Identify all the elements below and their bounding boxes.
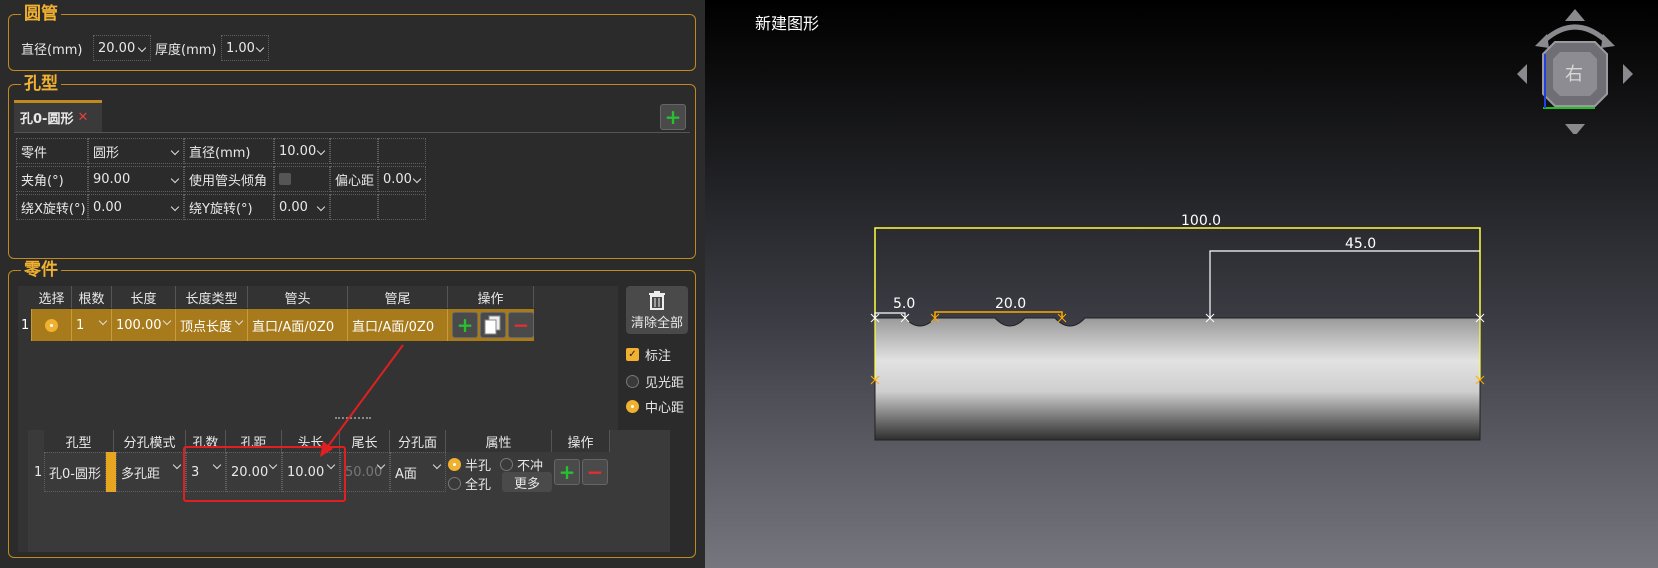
row-index: 1 [18,309,32,341]
rot-y-value: 0.00 [279,199,308,215]
hole-diameter-value: 10.00 [279,143,317,159]
copy-part-button[interactable] [480,312,506,338]
full-hole-radio[interactable]: 全孔 [448,474,491,493]
round-tube-group: 圆管 直径(mm) 20.00 厚度(mm) 1.00 [8,4,696,71]
plus-icon: + [558,460,576,484]
check-icon: ✓ [626,348,639,361]
visible-distance-radio[interactable]: 见光距 [626,372,684,391]
use-head-angle-checkbox[interactable] [274,166,330,192]
angle-value: 90.00 [93,171,131,187]
row-tail[interactable]: 直口/A面/0Z0 [348,309,448,341]
clear-all-label: 清除全部 [630,315,683,331]
delete-part-button[interactable]: − [508,312,534,338]
dim-total: 100.0 [1181,213,1222,229]
dim-right: 45.0 [1345,236,1377,252]
angle-label: 夹角(°) [16,166,88,192]
sub-row-index: 1 [34,464,43,480]
close-icon[interactable]: ✕ [77,110,88,125]
rot-x-label: 绕X旋转(°) [16,194,88,220]
col-action: 操作 [448,286,534,308]
empty-cell [378,194,426,220]
row-length-dropdown[interactable]: 100.00 [112,309,176,341]
sub-col-face: 分孔面 [390,430,446,452]
diameter-label: 直径(mm) [21,42,83,58]
col-length-type: 长度类型 [176,286,248,308]
rot-x-value: 0.00 [93,199,122,215]
col-tail: 管尾 [348,286,448,308]
sub-col-action: 操作 [552,430,610,452]
part-value: 圆形 [93,145,120,161]
thickness-value: 1.00 [226,40,255,56]
col-head: 管头 [248,286,348,308]
dim-spacing: 20.0 [995,296,1027,312]
add-part-button[interactable]: + [452,312,478,338]
rot-y-dropdown[interactable]: 0.00 [274,194,330,220]
tab-hole-0[interactable]: 孔0-圆形 ✕ [14,100,102,132]
viewport-panel[interactable]: 新建图形 右 100.0 45.0 5.0 20.0 [705,0,1658,568]
diameter-value: 20.00 [98,40,136,56]
sub-col-attr: 属性 [446,430,552,452]
col-select: 选择 [32,286,72,308]
sub-col-mode: 分孔模式 [114,430,186,452]
add-hole-button[interactable]: + [660,104,686,130]
sub-row-mode-dropdown[interactable]: 多孔距 [116,452,186,492]
angle-dropdown[interactable]: 90.00 [88,166,184,192]
hole-diameter-label: 直径(mm) [184,138,274,164]
round-tube-title: 圆管 [21,4,61,24]
rot-x-dropdown[interactable]: 0.00 [88,194,184,220]
row-select-radio[interactable] [45,318,58,332]
row-head[interactable]: 直口/A面/0Z0 [248,309,348,341]
row-count-dropdown[interactable]: 1 [72,309,112,341]
hole-type-title: 孔型 [21,74,61,94]
add-hole-row-button[interactable]: + [554,459,580,485]
dim-first: 5.0 [893,296,916,312]
row-length-type-dropdown[interactable]: 顶点长度 [176,309,248,341]
sub-row-face-dropdown[interactable]: A面 [390,452,446,492]
copy-icon [484,315,501,335]
center-distance-radio[interactable]: 中心距 [626,397,684,416]
parts-title: 零件 [21,260,61,280]
tube-drawing [870,227,1485,441]
empty-cell [330,138,378,164]
empty-cell [378,138,426,164]
col-length: 长度 [112,286,176,308]
sub-row-hole-type[interactable]: 孔0-圆形 [44,452,106,492]
row-select[interactable] [32,309,72,341]
sub-col-tail-len: 尾长 [340,430,390,452]
col-count: 根数 [72,286,112,308]
empty-cell [330,194,378,220]
left-panel: 圆管 直径(mm) 20.00 厚度(mm) 1.00 孔型 孔0-圆形 ✕ +… [0,0,705,568]
highlight-box [183,446,346,502]
annotate-checkbox[interactable]: ✓ 标注 [626,345,671,364]
eccentric-dropdown[interactable]: 0.00 [378,166,426,192]
plus-icon: + [456,313,474,337]
sub-col-hole-type: 孔型 [44,430,114,452]
rot-y-label: 绕Y旋转(°) [184,194,274,220]
use-head-angle-label: 使用管头倾角 [184,166,274,192]
part-dropdown[interactable]: 圆形 [88,138,184,164]
delete-hole-row-button[interactable]: − [582,459,608,485]
minus-icon: − [512,313,530,337]
sub-row-tail-len-dropdown[interactable]: 50.00 [340,452,390,492]
thickness-label: 厚度(mm) [155,42,217,58]
hole-diameter-dropdown[interactable]: 10.00 [274,138,330,164]
trash-icon [649,290,665,310]
more-button[interactable]: 更多 [502,472,552,492]
tab-hole-0-label: 孔0-圆形 [20,112,74,127]
clear-all-button[interactable]: 清除全部 [626,286,688,334]
diameter-dropdown[interactable]: 20.00 [93,35,151,61]
part-label: 零件 [16,138,88,164]
eccentric-value: 0.00 [383,171,412,187]
thickness-dropdown[interactable]: 1.00 [221,35,269,61]
half-hole-radio[interactable]: 半孔 [448,455,491,474]
eccentric-label: 偏心距 [330,166,378,192]
minus-icon: − [586,460,604,484]
